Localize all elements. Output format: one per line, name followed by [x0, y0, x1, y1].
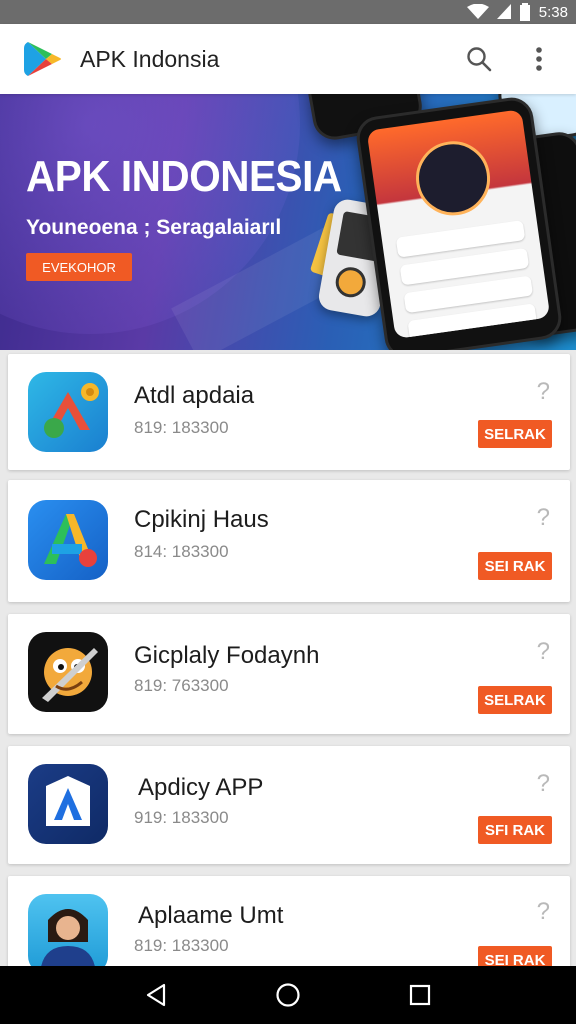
app-card[interactable]: Apdicy APP 919: 183300 ? SFI RAK: [8, 746, 570, 864]
help-icon[interactable]: ?: [537, 770, 550, 798]
battery-icon: [519, 3, 531, 21]
help-icon[interactable]: ?: [537, 378, 550, 406]
person-app-icon: [28, 894, 108, 966]
status-bar: 5:38: [0, 0, 576, 24]
app-list: Atdl apdaia 819: 183300 ? SELRAK Cpikinj…: [0, 350, 576, 966]
home-icon[interactable]: [268, 975, 308, 1015]
app-action-button[interactable]: SFI RAK: [478, 816, 552, 844]
wifi-icon: [466, 4, 489, 20]
app-meta: 814: 183300: [134, 542, 229, 561]
app-meta: 819: 183300: [134, 418, 229, 437]
app-meta: 819: 763300: [134, 676, 229, 695]
app-action-button[interactable]: SELRAK: [478, 420, 552, 448]
recent-apps-icon[interactable]: [400, 975, 440, 1015]
phone-illustration: [353, 94, 565, 350]
app-action-button[interactable]: SEI RAK: [478, 946, 552, 966]
banner-title: APK INDONESIA: [26, 152, 342, 201]
app-name: Apdicy APP: [138, 774, 264, 801]
help-icon[interactable]: ?: [537, 504, 550, 532]
app-bar: APK Indonsia: [0, 24, 576, 94]
app-name: Gicplaly Fodaynh: [134, 642, 320, 669]
app-name: Atdl apdaia: [134, 382, 255, 409]
app-card[interactable]: Atdl apdaia 819: 183300 ? SELRAK: [8, 354, 570, 470]
app-card[interactable]: Gicplaly Fodaynh 819: 763300 ? SELRAK: [8, 614, 570, 734]
letter-a-app-icon: [28, 500, 108, 580]
search-icon[interactable]: [464, 44, 494, 74]
app-title: APK Indonsia: [80, 45, 220, 72]
app-name: Cpikinj Haus: [134, 506, 269, 533]
screen: 5:38 APK Indonsia APK INDONESIA Youneoen…: [0, 0, 576, 1024]
help-icon[interactable]: ?: [537, 638, 550, 666]
app-card[interactable]: Aplaame Umt 819: 183300 ? SEI RAK: [8, 876, 570, 966]
ads-app-icon: [28, 372, 108, 452]
navigation-bar: [0, 966, 576, 1024]
banner-button[interactable]: EVEKOHOR: [26, 253, 132, 281]
app-logo-icon: [22, 38, 64, 80]
app-card[interactable]: Cpikinj Haus 814: 183300 ? SEI RAK: [8, 480, 570, 602]
app-action-button[interactable]: SELRAK: [478, 686, 552, 714]
game-character-app-icon: [28, 632, 108, 712]
banner-subtitle: Youneoena ; Seragalaiarıl: [26, 216, 282, 239]
signal-icon: [496, 4, 511, 20]
help-icon[interactable]: ?: [537, 898, 550, 926]
back-icon[interactable]: [136, 975, 176, 1015]
more-options-icon[interactable]: [524, 44, 554, 74]
app-action-button[interactable]: SEI RAK: [478, 552, 552, 580]
app-meta: 819: 183300: [134, 936, 229, 955]
promo-banner[interactable]: APK INDONESIA Youneoena ; Seragalaiarıl …: [0, 94, 576, 350]
shield-a-app-icon: [28, 764, 108, 844]
status-time: 5:38: [538, 3, 568, 21]
app-name: Aplaame Umt: [138, 902, 284, 929]
app-bar-actions: [464, 44, 554, 74]
app-meta: 919: 183300: [134, 808, 229, 827]
